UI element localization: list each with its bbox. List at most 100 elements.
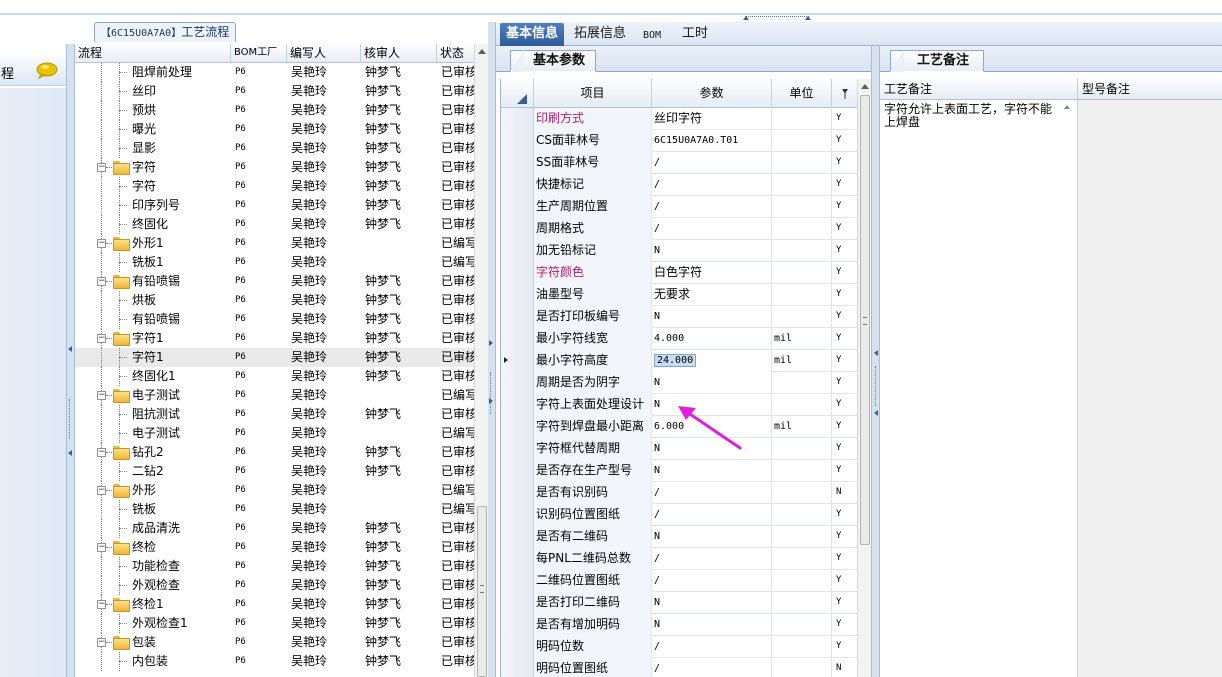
col-header-reviewer[interactable]: 核审人 xyxy=(361,44,437,63)
top-splitter-grip[interactable] xyxy=(743,16,811,21)
param-row[interactable]: 周期格式 / Y xyxy=(501,218,857,240)
collapse-toggle-icon[interactable]: − xyxy=(97,334,106,343)
param-value-editor[interactable]: 24.000 xyxy=(654,354,697,367)
tree-row[interactable]: 铣板 P6 吴艳玲 已编写 xyxy=(75,500,474,519)
param-row[interactable]: 是否打印二维码 N Y xyxy=(501,592,857,614)
row-indicator[interactable] xyxy=(501,306,534,328)
collapse-arrow-icon-2[interactable] xyxy=(874,410,878,416)
tree-node-label[interactable]: 包装 xyxy=(132,633,156,652)
row-indicator[interactable] xyxy=(501,526,534,548)
tree-row[interactable]: − 字符 P6 吴艳玲 钟梦飞 已审核 xyxy=(75,158,474,177)
param-row[interactable]: 二维码位置图纸 / Y xyxy=(501,570,857,592)
row-indicator[interactable] xyxy=(501,196,534,218)
collapse-toggle-icon[interactable]: − xyxy=(97,448,106,457)
model-note-cell[interactable] xyxy=(1078,100,1222,677)
col-header-status[interactable]: 状态 xyxy=(437,44,474,63)
tree-row[interactable]: 有铅喷锡 P6 吴艳玲 钟梦飞 已审核 xyxy=(75,310,474,329)
param-value-cell[interactable]: N xyxy=(652,614,772,636)
process-note-cell[interactable]: 字符允许上表面工艺，字符不能上焊盘 xyxy=(880,100,1078,677)
row-indicator[interactable] xyxy=(501,284,534,306)
collapse-toggle-icon[interactable]: − xyxy=(97,638,106,647)
row-indicator[interactable] xyxy=(501,592,534,614)
tree-node-label[interactable]: 二钻2 xyxy=(132,462,164,481)
param-row[interactable]: 识别码位置图纸 / Y xyxy=(501,504,857,526)
row-indicator[interactable] xyxy=(501,262,534,284)
note-scroll-up-icon[interactable] xyxy=(1064,105,1070,109)
row-indicator[interactable] xyxy=(501,130,534,152)
param-row[interactable]: 明码位数 / Y xyxy=(501,636,857,658)
col-header-model-note[interactable]: 型号备注 xyxy=(1078,79,1222,100)
tree-node-label[interactable]: 铣板 xyxy=(132,500,156,519)
row-indicator[interactable] xyxy=(501,548,534,570)
collapse-toggle-icon[interactable]: − xyxy=(97,600,106,609)
col-header-process[interactable]: 流程 xyxy=(75,44,231,63)
tree-row[interactable]: 烘板 P6 吴艳玲 钟梦飞 已审核 xyxy=(75,291,474,310)
param-value-cell[interactable]: 24.000 xyxy=(652,350,772,372)
tree-node-label[interactable]: 成品清洗 xyxy=(132,519,180,538)
collapse-arrow-icon[interactable] xyxy=(489,340,493,346)
row-indicator[interactable] xyxy=(501,350,534,372)
row-indicator[interactable] xyxy=(501,328,534,350)
tree-row[interactable]: − 电子测试 P6 吴艳玲 已编写 xyxy=(75,386,474,405)
tab-extended-info[interactable]: 拓展信息 xyxy=(568,23,632,46)
param-value-cell[interactable]: 6C15U0A7A0.T01 xyxy=(652,130,772,152)
tab-process-notes[interactable]: 工艺备注 xyxy=(890,50,985,72)
tree-node-label[interactable]: 烘板 xyxy=(132,291,156,310)
left-splitter[interactable] xyxy=(66,44,74,677)
param-value-cell[interactable]: / xyxy=(652,570,772,592)
collapse-toggle-icon[interactable]: − xyxy=(97,391,106,400)
tree-row[interactable]: − 有铅喷锡 P6 吴艳玲 钟梦飞 已审核 xyxy=(75,272,474,291)
tree-node-label[interactable]: 字符1 xyxy=(132,348,164,367)
tree-node-label[interactable]: 印序列号 xyxy=(132,196,180,215)
middle-splitter-grip[interactable] xyxy=(490,372,493,414)
tab-work-hours[interactable]: 工时 xyxy=(676,23,714,46)
tree-row[interactable]: 终固化 P6 吴艳玲 钟梦飞 已审核 xyxy=(75,215,474,234)
left-splitter-grip[interactable] xyxy=(69,399,72,439)
tree-row[interactable]: − 外形1 P6 吴艳玲 已编写 xyxy=(75,234,474,253)
param-row[interactable]: 是否有增加明码 N Y xyxy=(501,614,857,636)
tree-row[interactable]: 字符 P6 吴艳玲 钟梦飞 已审核 xyxy=(75,177,474,196)
col-header-param[interactable]: 参数 xyxy=(652,79,772,108)
tree-node-label[interactable]: 功能检查 xyxy=(132,557,180,576)
tree-row[interactable]: − 外形 P6 吴艳玲 已编写 xyxy=(75,481,474,500)
row-indicator[interactable] xyxy=(501,240,534,262)
tab-basic-params[interactable]: 基本参数 xyxy=(509,50,597,72)
params-scrollbar[interactable] xyxy=(857,79,871,677)
param-value-cell[interactable]: / xyxy=(652,196,772,218)
tree-row[interactable]: 预烘 P6 吴艳玲 钟梦飞 已审核 xyxy=(75,101,474,120)
tree-row[interactable]: 外观检查 P6 吴艳玲 钟梦飞 已审核 xyxy=(75,576,474,595)
tree-scrollbar[interactable] xyxy=(474,44,488,677)
param-row[interactable]: 是否有二维码 N Y xyxy=(501,526,857,548)
collapse-toggle-icon[interactable]: − xyxy=(97,543,106,552)
collapse-toggle-icon[interactable]: − xyxy=(97,277,106,286)
tree-row[interactable]: 阻抗测试 P6 吴艳玲 钟梦飞 已审核 xyxy=(75,405,474,424)
param-value-cell[interactable]: / xyxy=(652,658,772,677)
tree-node-label[interactable]: 外观检查1 xyxy=(132,614,188,633)
tree-row[interactable]: 电子测试 P6 吴艳玲 已编写 xyxy=(75,424,474,443)
tree-row[interactable]: 功能检查 P6 吴艳玲 钟梦飞 已审核 xyxy=(75,557,474,576)
tree-row[interactable]: 丝印 P6 吴艳玲 钟梦飞 已审核 xyxy=(75,82,474,101)
tree-scroll-thumb[interactable] xyxy=(477,506,487,677)
left-nav-item[interactable]: 程 xyxy=(0,56,66,86)
scroll-up-arrow-icon[interactable] xyxy=(478,49,486,54)
param-value-cell[interactable]: N xyxy=(652,460,772,482)
right-splitter-grip[interactable] xyxy=(875,366,878,406)
param-row[interactable]: 明码位置图纸 / N xyxy=(501,658,857,677)
scroll-up-arrow-icon[interactable] xyxy=(861,84,869,89)
param-value-cell[interactable]: 4.000 xyxy=(652,328,772,350)
param-row[interactable]: 是否存在生产型号 N Y xyxy=(501,460,857,482)
tree-row[interactable]: 终固化1 P6 吴艳玲 钟梦飞 已审核 xyxy=(75,367,474,386)
row-indicator[interactable] xyxy=(501,504,534,526)
tree-node-label[interactable]: 铣板1 xyxy=(132,253,164,272)
row-indicator[interactable] xyxy=(501,416,534,438)
col-header-required[interactable] xyxy=(832,79,857,108)
col-header-writer[interactable]: 编写人 xyxy=(287,44,361,63)
col-header-unit[interactable]: 单位 xyxy=(772,79,832,108)
row-indicator[interactable] xyxy=(501,108,534,130)
param-value-cell[interactable]: / xyxy=(652,548,772,570)
tree-row[interactable]: 阻焊前处理 P6 吴艳玲 钟梦飞 已审核 xyxy=(75,63,474,82)
param-value-cell[interactable]: 白色字符 xyxy=(652,262,772,284)
collapse-toggle-icon[interactable]: − xyxy=(97,486,106,495)
tree-node-label[interactable]: 丝印 xyxy=(132,82,156,101)
param-value-cell[interactable]: N xyxy=(652,526,772,548)
